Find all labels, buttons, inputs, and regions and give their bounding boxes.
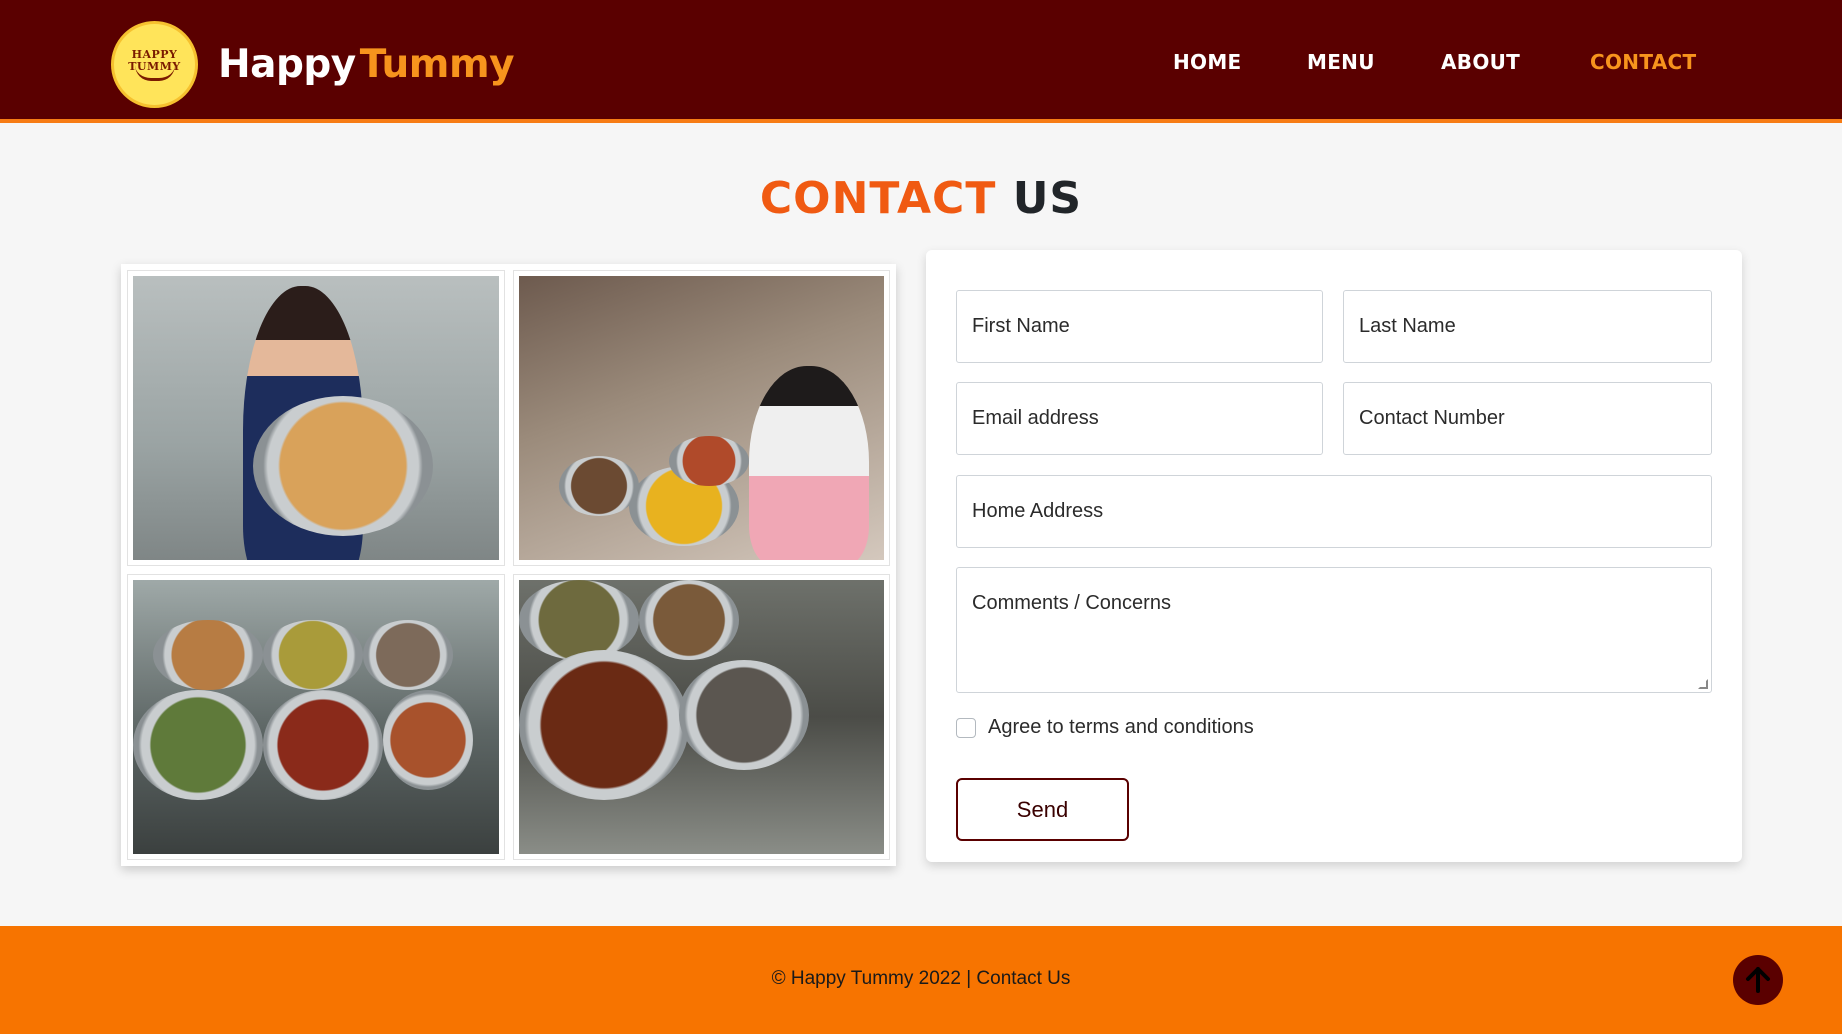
email-input[interactable]: Email address <box>956 382 1323 455</box>
photo-food-trays <box>519 580 884 854</box>
gallery-photo <box>127 270 505 566</box>
comments-placeholder: Comments / Concerns <box>972 592 1171 614</box>
gallery-photo <box>127 574 505 860</box>
nav-link-contact[interactable]: CONTACT <box>1590 50 1696 74</box>
resize-grip-icon[interactable] <box>1698 679 1708 689</box>
photo-masked-woman-with-food <box>519 276 884 560</box>
terms-checkbox[interactable] <box>956 717 976 738</box>
first-name-placeholder: First Name <box>972 315 1070 337</box>
top-navbar: HAPPY TUMMY Happy Tummy HOME MENU ABOUT C… <box>0 0 1842 123</box>
contact-form: First Name Last Name Email address Conta… <box>926 250 1742 862</box>
terms-label[interactable]: Agree to terms and conditions <box>988 716 1254 739</box>
last-name-placeholder: Last Name <box>1359 315 1456 337</box>
home-address-input[interactable]: Home Address <box>956 475 1712 548</box>
nav-link-menu[interactable]: MENU <box>1307 50 1375 74</box>
footer: © Happy Tummy 2022 | Contact Us <box>0 926 1842 1034</box>
email-placeholder: Email address <box>972 407 1099 429</box>
home-address-placeholder: Home Address <box>972 500 1104 522</box>
nav-link-about[interactable]: ABOUT <box>1441 50 1520 74</box>
page-title-rest: US <box>1012 173 1083 224</box>
page-title-accent: CONTACT <box>759 173 997 224</box>
contact-number-placeholder: Contact Number <box>1359 407 1505 429</box>
photo-woman-with-platter <box>133 276 499 560</box>
first-name-input[interactable]: First Name <box>956 290 1323 363</box>
nav-links: HOME MENU ABOUT CONTACT <box>0 50 1842 80</box>
nav-link-home[interactable]: HOME <box>1173 50 1242 74</box>
photo-food-bowls <box>133 580 499 854</box>
send-button[interactable]: Send <box>956 778 1129 841</box>
gallery-photo <box>513 574 890 860</box>
terms-row: Agree to terms and conditions <box>956 716 1254 739</box>
last-name-input[interactable]: Last Name <box>1343 290 1712 363</box>
gallery-photo <box>513 270 890 566</box>
arrow-up-icon <box>1746 967 1770 993</box>
contact-number-input[interactable]: Contact Number <box>1343 382 1712 455</box>
photo-gallery <box>121 264 896 866</box>
comments-textarea[interactable]: Comments / Concerns <box>956 567 1712 693</box>
back-to-top-button[interactable] <box>1733 955 1783 1005</box>
page-title: CONTACT US <box>0 173 1842 224</box>
footer-text: © Happy Tummy 2022 | Contact Us <box>771 968 1071 989</box>
